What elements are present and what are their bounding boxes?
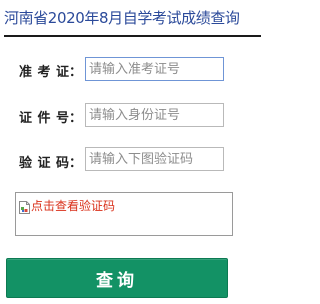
query-button[interactable]: 查询	[6, 258, 228, 298]
title-divider	[4, 35, 261, 37]
captcha-image-alt: 点击查看验证码	[19, 197, 115, 214]
page-title: 河南省2020年8月自学考试成绩查询	[4, 9, 240, 27]
admission-number-input[interactable]	[85, 57, 224, 81]
captcha-input[interactable]	[85, 147, 224, 171]
admission-number-label: 准 考 证：	[19, 65, 83, 80]
captcha-image[interactable]: 点击查看验证码	[15, 192, 233, 236]
broken-image-icon	[19, 199, 30, 214]
captcha-link-text: 点击查看验证码	[31, 199, 116, 213]
captcha-label: 验 证 码：	[19, 156, 83, 171]
id-number-label: 证 件 号：	[19, 111, 83, 126]
score-query-page: 河南省2020年8月自学考试成绩查询 准 考 证： 证 件 号： 验 证 码： …	[0, 0, 263, 304]
id-number-input[interactable]	[85, 103, 224, 127]
